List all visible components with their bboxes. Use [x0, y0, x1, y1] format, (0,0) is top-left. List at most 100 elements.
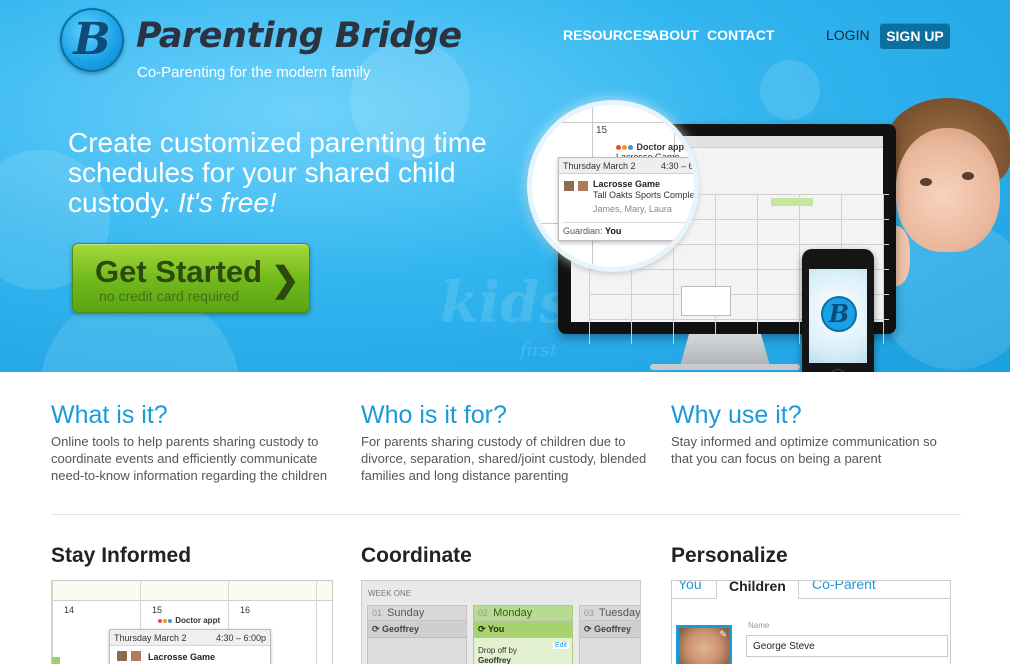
logo[interactable]: B: [60, 8, 124, 72]
monitor-stand: [680, 334, 770, 366]
event-location: Tall Oakts Sports Complex: [593, 190, 699, 200]
child-thumbnail: [116, 650, 128, 662]
parent-name: Geoffrey: [594, 624, 632, 634]
nav-resources[interactable]: RESOURCES: [563, 27, 652, 43]
day-card-parent: ⟳ Geoffrey: [368, 621, 466, 638]
personalize-preview: You Children Co-Parent ✎ Name George Ste…: [671, 580, 951, 664]
tab-you[interactable]: You: [678, 581, 702, 592]
event-time: 4:30 – 6:0: [660, 161, 699, 171]
calendar-zoom-circle: 15 29 30 Doctor appt Lacrosse Game Thurs…: [527, 100, 699, 272]
day-card-parent: ⟳ You: [474, 621, 572, 638]
feature-who-desc: For parents sharing custody of children …: [361, 434, 647, 483]
get-started-button[interactable]: Get Started no credit card required ❯: [72, 243, 310, 313]
drop-off-label: Drop off by: [478, 646, 517, 655]
hero-headline-emphasis: It's free!: [177, 187, 277, 218]
guardian-value: You: [605, 226, 622, 236]
child-avatar[interactable]: ✎: [676, 625, 732, 664]
child-eye: [920, 178, 932, 186]
feature-why-desc: Stay informed and optimize communication…: [671, 434, 937, 466]
phone-logo: B: [821, 296, 857, 332]
zoom-grid-line: [532, 122, 694, 123]
day-card-sunday[interactable]: 01 Sunday ⟳ Geoffrey: [367, 605, 467, 664]
event-popup-header: Thursday March 2 4:30 – 6:00p: [110, 630, 270, 646]
name-label: Name: [748, 621, 770, 630]
edit-link[interactable]: Edit: [552, 642, 569, 649]
child-photo: [896, 128, 1000, 252]
day-card-tuesday[interactable]: 03 Tuesday ⟳ Geoffrey: [579, 605, 641, 664]
section-divider: [51, 514, 961, 515]
phone-home-button: [830, 369, 846, 372]
day-card-header: 01 Sunday: [368, 606, 466, 621]
signup-button[interactable]: SIGN UP: [880, 23, 950, 49]
calendar-popup-mini: [681, 286, 731, 316]
login-link[interactable]: LOGIN: [826, 27, 870, 43]
week-label: WEEK ONE: [368, 589, 412, 598]
event-popup: Thursday March 2 4:30 – 6:00p Lacrosse G…: [109, 629, 271, 664]
status-dot: [168, 619, 172, 623]
child-eye: [962, 172, 974, 180]
day-number: 15: [152, 605, 163, 615]
event-doctor-appt: Doctor appt: [616, 142, 687, 152]
kids-watermark: kids: [440, 270, 571, 336]
child-thumbnail: [563, 180, 575, 192]
coordinate-preview: WEEK ONE 01 Sunday ⟳ Geoffrey 02 Monday …: [361, 580, 641, 664]
monitor-base: [650, 364, 800, 370]
day-card-name: Monday: [493, 607, 533, 619]
day-card-number: 02: [478, 608, 489, 618]
day-card-header: 03 Tuesday: [580, 606, 641, 621]
section-title-coordinate: Coordinate: [361, 544, 472, 567]
nav-contact[interactable]: CONTACT: [707, 27, 774, 43]
event-popup-header: Thursday March 2 4:30 – 6:0: [559, 158, 699, 174]
edit-pencil-icon[interactable]: ✎: [719, 629, 727, 640]
informed-preview: 14 15 16 Doctor appt Thursday March 2 4:…: [51, 580, 333, 664]
day-card-monday[interactable]: 02 Monday ⟳ You Edit Drop off by Geoffre…: [473, 605, 573, 664]
status-dot: [622, 145, 627, 150]
event-guardian: Guardian: You: [563, 222, 694, 236]
cta-label: Get Started: [95, 254, 263, 289]
name-field[interactable]: George Steve: [746, 635, 948, 657]
day-card-header: 02 Monday: [474, 606, 572, 621]
day-card-parent: ⟳ Geoffrey: [580, 621, 640, 638]
chevron-right-icon: ❯: [271, 261, 300, 299]
day-number: 15: [596, 125, 608, 136]
feature-who-title: Who is it for?: [361, 401, 507, 429]
event-doctor-label: Doctor appt: [175, 616, 221, 625]
brand-name[interactable]: Parenting Bridge: [136, 16, 462, 56]
cta-sublabel: no credit card required: [99, 288, 240, 304]
event-title: Lacrosse Game: [593, 179, 661, 189]
feature-what-title: What is it?: [51, 401, 168, 429]
feature-why-title: Why use it?: [671, 401, 802, 429]
tab-co-parent[interactable]: Co-Parent: [812, 581, 876, 592]
decor-bubble: [760, 60, 820, 120]
status-dot: [163, 619, 167, 623]
calendar-highlight: [52, 657, 60, 664]
event-popup: Thursday March 2 4:30 – 6:0 Lacrosse Gam…: [558, 157, 699, 241]
logo-letter: B: [73, 14, 111, 65]
day-card-name: Sunday: [387, 607, 425, 619]
parent-name: You: [487, 624, 505, 634]
profile-tabs: You Children Co-Parent: [672, 581, 950, 599]
calendar-highlight: [771, 198, 813, 206]
day-number: 14: [64, 605, 75, 615]
kids-first-watermark: first: [520, 340, 558, 361]
section-title-informed: Stay Informed: [51, 544, 192, 567]
drop-off-note: Drop off by Geoffrey: [478, 646, 517, 664]
event-date: Thursday March 2: [563, 161, 636, 171]
nav-about[interactable]: ABOUT: [649, 27, 699, 43]
drop-off-person: Geoffrey: [478, 656, 511, 664]
guardian-label: Guardian:: [563, 226, 603, 236]
event-doctor-appt: Doctor appt: [158, 616, 220, 625]
hero-headline-text: Create customized parenting time schedul…: [68, 127, 487, 218]
event-attendees: James, Mary, Laura: [593, 204, 672, 214]
status-dot: [628, 145, 633, 150]
day-card-name: Tuesday: [598, 607, 641, 619]
child-thumbnail: [130, 650, 142, 662]
child-thumbnail: [577, 180, 589, 192]
section-title-personalize: Personalize: [671, 544, 788, 567]
event-doctor-label: Doctor appt: [636, 142, 688, 152]
hero-banner: kids first B Parenting Bridge Co-Parenti…: [0, 0, 1010, 372]
phone-screen: B: [809, 269, 867, 363]
status-dot: [158, 619, 162, 623]
status-dot: [616, 145, 621, 150]
tab-children[interactable]: Children: [716, 581, 799, 599]
